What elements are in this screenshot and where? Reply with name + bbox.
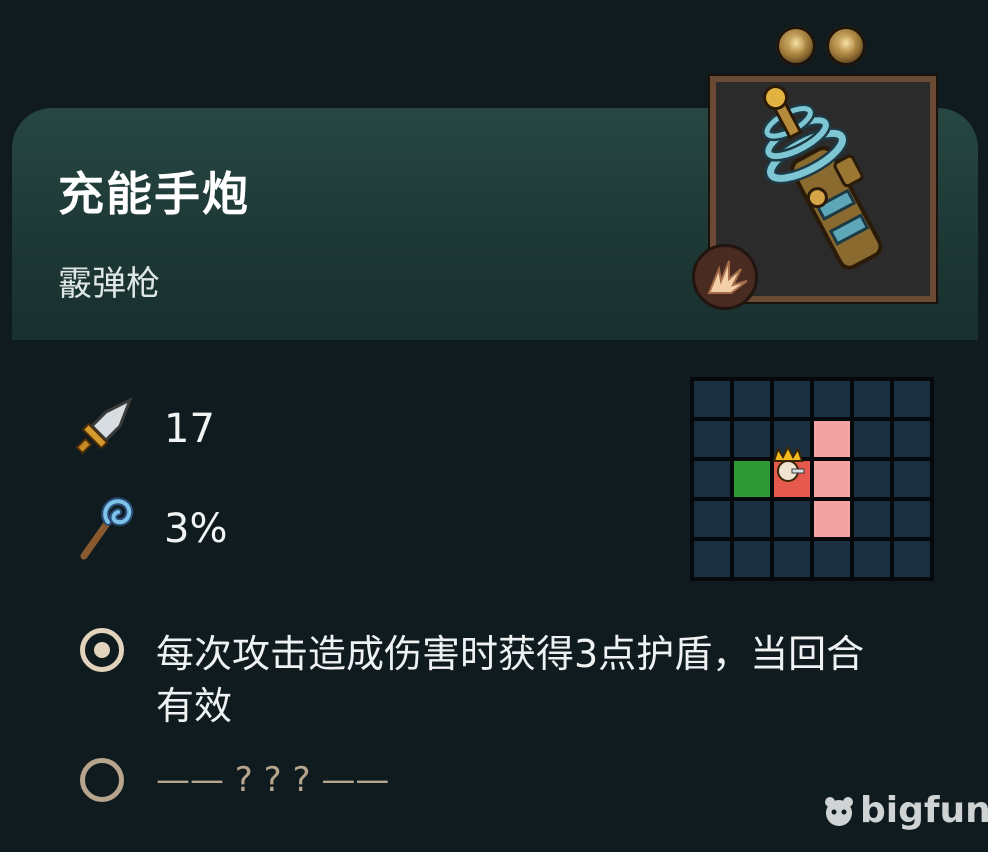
burst-icon	[692, 244, 758, 310]
grid-cell	[894, 501, 930, 537]
watermark: bigfun	[822, 790, 988, 831]
crit-value: 3%	[164, 506, 228, 552]
grid-cell	[894, 461, 930, 497]
effect-text: 每次攻击造成伤害时获得3点护盾，当回合有效	[156, 632, 865, 728]
hero-icon	[772, 447, 805, 482]
effect-locked-text: —— ? ? ? ——	[156, 760, 390, 800]
effect-item: 每次攻击造成伤害时获得3点护盾，当回合有效	[80, 628, 896, 732]
grid-cell	[894, 421, 930, 457]
grid-cell	[854, 381, 890, 417]
effect-active-icon	[80, 628, 124, 672]
gem-slot-icon[interactable]	[776, 26, 816, 66]
grid-cell	[694, 421, 730, 457]
grid-cell	[734, 421, 770, 457]
grid-cell	[854, 541, 890, 577]
grid-cell	[854, 501, 890, 537]
attack-value: 17	[164, 406, 215, 452]
bigfun-logo-icon	[825, 796, 853, 826]
sword-icon	[74, 396, 136, 462]
grid-cell-target	[814, 461, 850, 497]
grid-cell	[734, 381, 770, 417]
gem-slot-icon[interactable]	[826, 26, 866, 66]
grid-cell-adjacent	[734, 461, 770, 497]
grid-cell	[694, 381, 730, 417]
effect-item: —— ? ? ? ——	[80, 758, 389, 802]
staff-icon	[74, 494, 136, 564]
grid-cell	[814, 541, 850, 577]
stat-attack: 17	[74, 396, 215, 462]
grid-cell	[694, 461, 730, 497]
grid-cell	[734, 541, 770, 577]
grid-cell	[774, 541, 810, 577]
grid-cell	[854, 461, 890, 497]
grid-cell	[774, 381, 810, 417]
grid-cell-target	[814, 501, 850, 537]
grid-cell	[694, 501, 730, 537]
effect-locked-icon	[80, 758, 124, 802]
grid-cell	[694, 541, 730, 577]
grid-cell	[814, 381, 850, 417]
grid-cell	[774, 501, 810, 537]
grid-cell	[894, 541, 930, 577]
grid-cell	[894, 381, 930, 417]
item-title: 充能手炮	[58, 167, 250, 221]
watermark-text: bigfun	[860, 790, 988, 831]
attack-range-grid	[690, 377, 934, 581]
item-type: 霰弹枪	[58, 264, 160, 304]
grid-cell-player	[772, 447, 810, 497]
grid-cell	[854, 421, 890, 457]
grid-cell-target	[814, 421, 850, 457]
grid-cell	[734, 501, 770, 537]
stat-crit: 3%	[74, 494, 227, 564]
